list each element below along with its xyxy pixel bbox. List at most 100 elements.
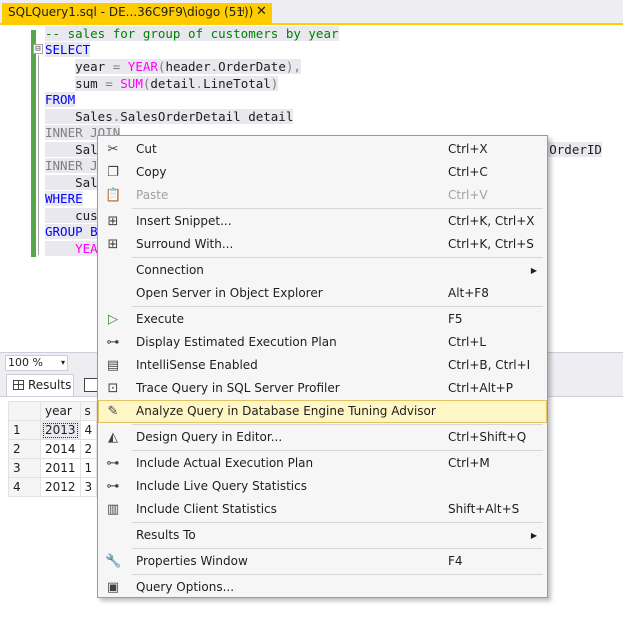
menu-item-intellisense-enabled[interactable]: ▤ IntelliSense Enabled Ctrl+B, Ctrl+I	[98, 354, 547, 377]
code-token: year	[75, 59, 106, 74]
document-tab[interactable]: SQLQuery1.sql - DE...36C9F9\diogo (51)) …	[2, 3, 272, 25]
menu-item-execute[interactable]: ▷ Execute F5	[98, 308, 547, 331]
menu-item-results-to[interactable]: Results To ▶	[98, 524, 547, 547]
menu-item-cut[interactable]: ✂ Cut Ctrl+X	[98, 138, 547, 161]
table-row[interactable]: 2 2014 2	[8, 439, 98, 459]
code-line: SELECT	[45, 42, 91, 58]
zoom-value: 100 %	[8, 356, 43, 369]
grid-header-row: year s	[8, 401, 98, 421]
menu-item-query-options[interactable]: ▣ Query Options...	[98, 576, 547, 599]
code-line: -- sales for group of customers by year	[45, 26, 339, 42]
code-token: WHERE	[45, 191, 83, 206]
menu-item-shortcut: F5	[448, 312, 463, 326]
pin-icon[interactable]: ⊣	[236, 6, 245, 17]
grid-column-header[interactable]: year	[40, 401, 81, 421]
menu-separator	[132, 548, 543, 549]
wrench-icon: 🔧	[105, 554, 122, 569]
close-icon[interactable]: ✕	[256, 4, 267, 19]
menu-item-label: Paste	[136, 188, 169, 202]
tuning-advisor-icon: ✎	[107, 404, 119, 419]
table-row[interactable]: 1 2013 4	[8, 420, 98, 440]
grid-cell[interactable]: 2012	[40, 477, 81, 497]
menu-item-label: IntelliSense Enabled	[136, 358, 258, 372]
code-token: OrderDate	[218, 59, 286, 74]
menu-item-label: Open Server in Object Explorer	[136, 286, 323, 300]
tab-results-label: Results	[28, 378, 72, 392]
menu-item-label: Surround With...	[136, 237, 234, 251]
menu-item-analyze-query-in-database-engine-tuning-advisor[interactable]: ✎ Analyze Query in Database Engine Tuning…	[98, 400, 547, 423]
menu-item-display-estimated-execution-plan[interactable]: ⊶ Display Estimated Execution Plan Ctrl+L	[98, 331, 547, 354]
code-token: FROM	[45, 92, 76, 107]
menu-separator	[132, 257, 543, 258]
context-menu: ✂ Cut Ctrl+X ❐ Copy Ctrl+C 📋 Paste Ctrl+V ⊞ Insert…	[97, 135, 548, 598]
code-token: detail	[150, 76, 196, 91]
menu-item-include-actual-execution-plan[interactable]: ⊶ Include Actual Execution Plan Ctrl+M	[98, 452, 547, 475]
menu-item-label: Insert Snippet...	[136, 214, 232, 228]
menu-item-label: Properties Window	[136, 554, 248, 568]
menu-item-shortcut: Shift+Alt+S	[448, 502, 520, 516]
grid-cell[interactable]: 1	[79, 458, 98, 478]
menu-item-insert-snippet[interactable]: ⊞ Insert Snippet... Ctrl+K, Ctrl+X	[98, 210, 547, 233]
row-number: 4	[8, 477, 41, 497]
profiler-icon: ⊡	[107, 381, 119, 396]
grid-column-header[interactable]	[8, 401, 41, 421]
grid-cell[interactable]: 2013	[40, 420, 81, 440]
outline-guide	[38, 55, 39, 255]
code-line: FROM	[45, 92, 76, 108]
collapse-outline-icon[interactable]: ⊟	[33, 44, 43, 54]
live-stats-icon: ⊶	[106, 479, 120, 494]
insert-snippet-icon: ⊞	[107, 214, 119, 229]
code-token: =	[97, 76, 121, 91]
menu-item-properties-window[interactable]: 🔧 Properties Window F4	[98, 550, 547, 573]
code-token: SalesOrderDetail detail	[120, 109, 294, 124]
menu-item-connection[interactable]: Connection ▶	[98, 259, 547, 282]
code-line: WHERE	[45, 191, 83, 207]
code-line: year = YEAR(header.OrderDate),	[45, 59, 301, 75]
menu-item-shortcut: Ctrl+M	[448, 456, 490, 470]
row-number: 3	[8, 458, 41, 478]
menu-item-surround-with[interactable]: ⊞ Surround With... Ctrl+K, Ctrl+S	[98, 233, 547, 256]
submenu-arrow-icon: ▶	[530, 531, 537, 540]
menu-item-design-query-in-editor[interactable]: ◭ Design Query in Editor... Ctrl+Shift+Q	[98, 426, 547, 449]
menu-item-shortcut: Ctrl+K, Ctrl+X	[448, 214, 535, 228]
menu-item-label: Trace Query in SQL Server Profiler	[136, 381, 340, 395]
grid-cell[interactable]: 4	[79, 420, 98, 440]
menu-item-shortcut: F4	[448, 554, 463, 568]
menu-item-copy[interactable]: ❐ Copy Ctrl+C	[98, 161, 547, 184]
zoom-select[interactable]: 100 % ▾	[5, 355, 68, 371]
grid-cell[interactable]: 2	[79, 439, 98, 459]
code-token: -- sales for group of customers by year	[45, 26, 339, 41]
code-token: YEAR	[127, 59, 158, 74]
client-stats-icon: ▥	[106, 502, 120, 517]
menu-item-label: Results To	[136, 528, 196, 542]
copy-icon: ❐	[107, 165, 119, 180]
chevron-down-icon: ▾	[60, 358, 65, 367]
grid-cell[interactable]: 3	[79, 477, 98, 497]
menu-item-label: Include Actual Execution Plan	[136, 456, 314, 470]
menu-separator	[132, 424, 543, 425]
menu-item-open-server-in-object-explorer[interactable]: Open Server in Object Explorer Alt+F8	[98, 282, 547, 305]
code-token: LineTotal	[203, 76, 271, 91]
menu-separator	[132, 450, 543, 451]
table-row[interactable]: 3 2011 1	[8, 458, 98, 478]
menu-item-label: Display Estimated Execution Plan	[136, 335, 337, 349]
table-row[interactable]: 4 2012 3	[8, 477, 98, 497]
results-grid[interactable]: year s 1 2013 4 2 2014 2 3 2011 1 4 2012 3	[8, 401, 98, 497]
tab-results[interactable]: Results	[6, 374, 74, 396]
menu-item-include-live-query-statistics[interactable]: ⊶ Include Live Query Statistics	[98, 475, 547, 498]
menu-separator	[132, 522, 543, 523]
row-number: 1	[8, 420, 41, 440]
grid-cell[interactable]: 2014	[40, 439, 81, 459]
query-options-icon: ▣	[106, 580, 120, 595]
grid-column-header[interactable]: s	[79, 401, 98, 421]
menu-item-shortcut: Ctrl+Shift+Q	[448, 430, 527, 444]
scissors-icon: ✂	[107, 142, 119, 157]
tab-messages[interactable]	[84, 378, 98, 392]
menu-item-shortcut: Alt+F8	[448, 286, 489, 300]
surround-with-icon: ⊞	[107, 237, 119, 252]
execute-icon: ▷	[108, 312, 118, 327]
menu-item-include-client-statistics[interactable]: ▥ Include Client Statistics Shift+Alt+S	[98, 498, 547, 521]
grid-cell[interactable]: 2011	[40, 458, 81, 478]
menu-item-trace-query-in-sql-server-profiler[interactable]: ⊡ Trace Query in SQL Server Profiler Ctrl+…	[98, 377, 547, 400]
